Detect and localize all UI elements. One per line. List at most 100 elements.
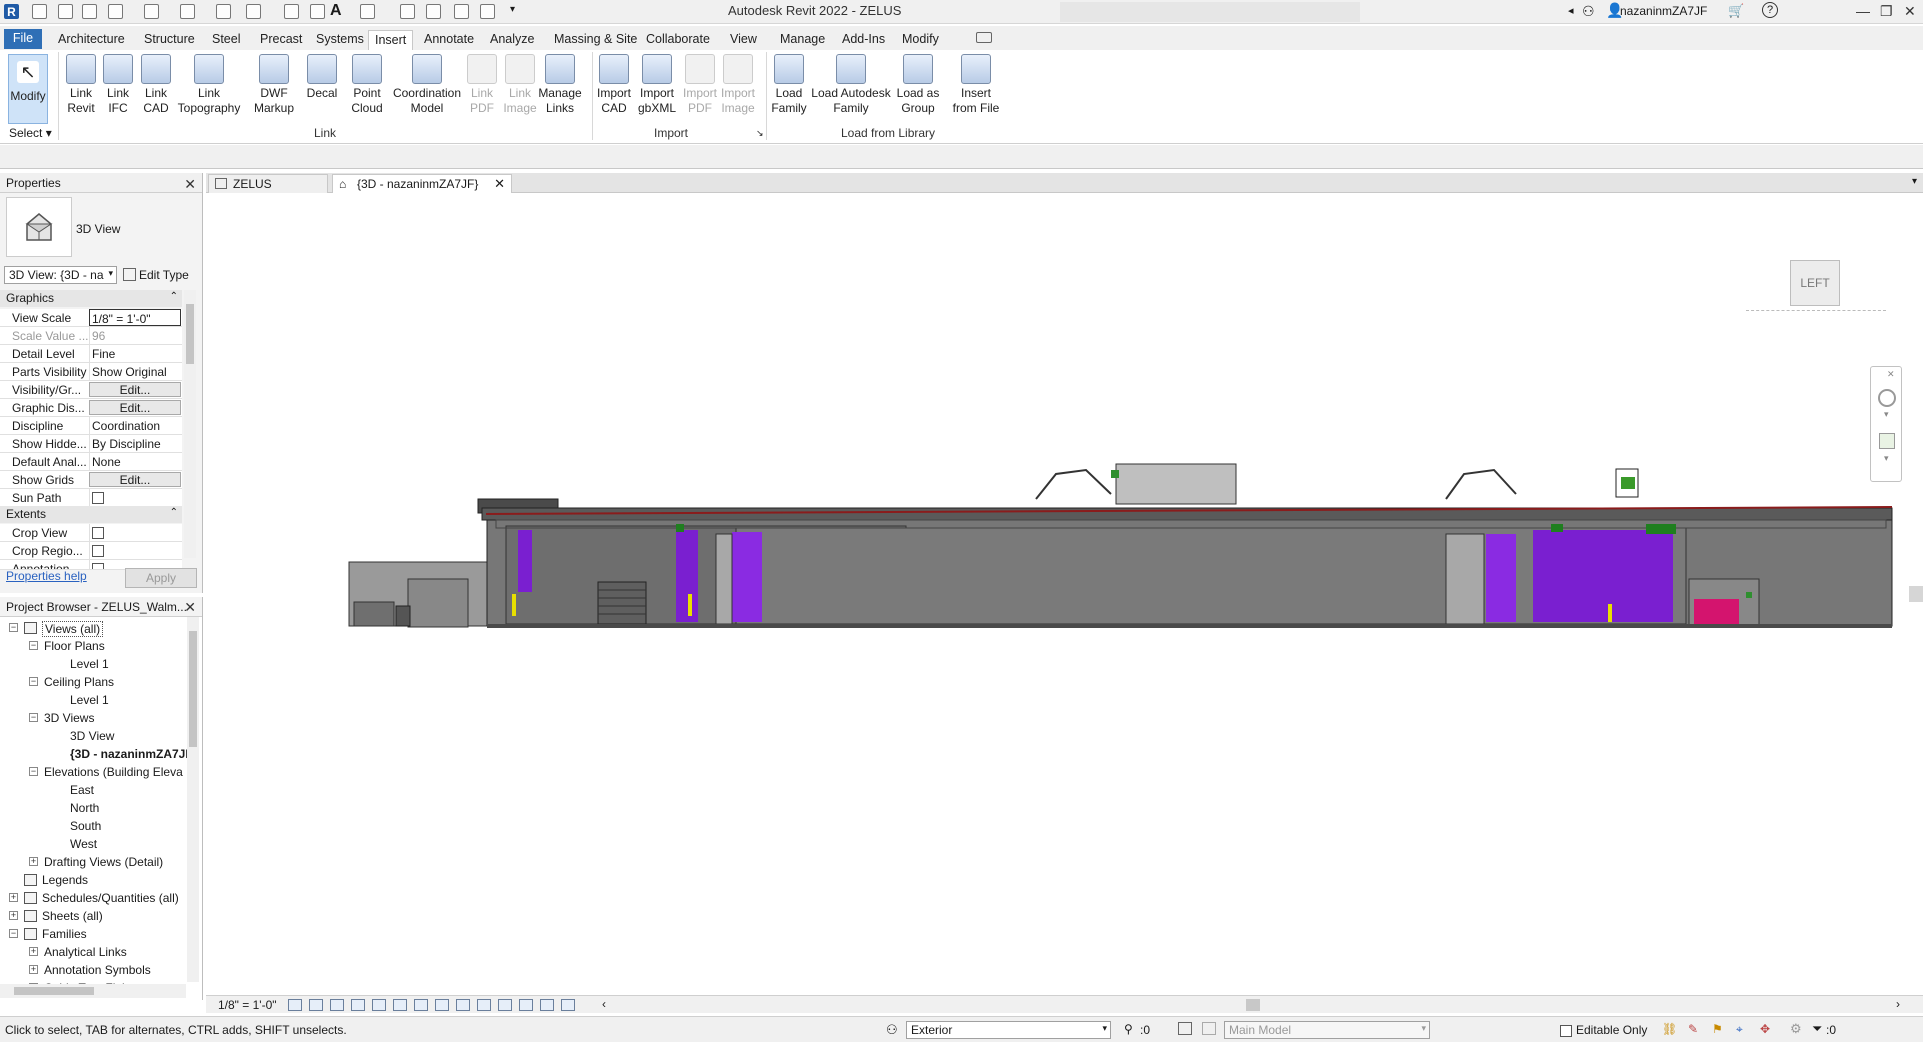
expand-toggle-icon[interactable]: +: [29, 857, 38, 866]
browser-node[interactable]: {3D - nazaninmZA7JF}: [70, 747, 197, 761]
shadows-icon[interactable]: [351, 999, 365, 1011]
browser-node[interactable]: West: [70, 837, 97, 851]
tab-analyze[interactable]: Analyze: [484, 30, 540, 50]
canvas-vscroll-thumb[interactable]: [1909, 586, 1923, 602]
scroll-thumb[interactable]: [189, 631, 197, 747]
close-tab-icon[interactable]: ✕: [494, 176, 505, 192]
highlight-displacement-icon[interactable]: [519, 999, 533, 1011]
binoculars-icon[interactable]: ⚇: [1582, 3, 1595, 20]
insert-from-file-button[interactable]: Insert from File: [948, 54, 1004, 116]
property-row[interactable]: Crop Regio...: [0, 542, 182, 560]
property-value[interactable]: 96: [89, 327, 181, 344]
tab-modify[interactable]: Modify: [896, 30, 945, 50]
property-value[interactable]: 1/8" = 1'-0": [89, 309, 181, 326]
point-cloud-button[interactable]: Point Cloud: [346, 54, 388, 116]
expand-toggle-icon[interactable]: +: [9, 893, 18, 902]
link-revit-button[interactable]: Link Revit: [63, 54, 99, 116]
select-pinned-icon[interactable]: ⚑: [1712, 1022, 1723, 1036]
coordination-model-button[interactable]: Coordination Model: [390, 54, 464, 116]
edit-button[interactable]: Edit...: [89, 472, 181, 487]
tab-view[interactable]: View: [724, 30, 763, 50]
property-value[interactable]: By Discipline: [89, 435, 181, 452]
browser-node[interactable]: Annotation Symbols: [44, 963, 151, 977]
close-icon[interactable]: ✕: [184, 176, 196, 193]
select-by-face-icon[interactable]: ⌖: [1736, 1022, 1743, 1037]
browser-node[interactable]: Drafting Views (Detail): [44, 855, 163, 869]
editable-only-checkbox[interactable]: [1560, 1024, 1572, 1040]
temporary-hide-icon[interactable]: [456, 999, 470, 1011]
property-checkbox[interactable]: [89, 542, 181, 559]
browser-node[interactable]: Elevations (Building Eleva: [44, 765, 183, 779]
browser-node[interactable]: 3D Views: [44, 711, 94, 725]
property-value[interactable]: Fine: [89, 345, 181, 362]
tab-file[interactable]: File: [4, 29, 42, 49]
right-arrow-icon[interactable]: ›: [1896, 997, 1900, 1011]
select-links-icon[interactable]: ⛓: [1662, 1022, 1677, 1036]
load-autodesk-family-button[interactable]: Load Autodesk Family: [810, 54, 892, 116]
tab-manage[interactable]: Manage: [774, 30, 831, 50]
import-pdf-button[interactable]: Import PDF: [680, 54, 720, 116]
detail-level-icon[interactable]: [288, 999, 302, 1011]
view-scale[interactable]: 1/8" = 1'-0": [218, 998, 277, 1012]
drag-on-selection-icon[interactable]: ✥: [1760, 1022, 1770, 1036]
collapse-toggle-icon[interactable]: −: [29, 713, 38, 722]
tag-icon[interactable]: [310, 4, 325, 19]
reveal-constraints-icon[interactable]: [540, 999, 554, 1011]
exclude-options-icon[interactable]: [1202, 1022, 1216, 1035]
zoom-region-icon[interactable]: [1879, 433, 1895, 449]
link-topography-button[interactable]: Link Topography: [174, 54, 244, 116]
dwf-markup-button[interactable]: DWF Markup: [246, 54, 302, 116]
save-icon[interactable]: [82, 4, 97, 19]
cart-icon[interactable]: 🛒: [1728, 3, 1744, 19]
left-arrow-icon[interactable]: ◂: [1568, 4, 1574, 17]
expand-toggle-icon[interactable]: +: [9, 911, 18, 920]
browser-node[interactable]: Legends: [42, 873, 88, 887]
property-row[interactable]: Scale Value ... 96: [0, 327, 182, 345]
search-area[interactable]: [1060, 2, 1360, 22]
import-gbxml-button[interactable]: Import gbXML: [636, 54, 678, 116]
browser-node[interactable]: Level 1: [70, 693, 109, 707]
collapse-toggle-icon[interactable]: −: [9, 929, 18, 938]
link-pdf-button[interactable]: Link PDF: [464, 54, 500, 116]
browser-scrollbar[interactable]: [187, 617, 199, 982]
show-crop-icon[interactable]: [414, 999, 428, 1011]
scroll-thumb[interactable]: [14, 987, 94, 995]
canvas-hscroll-thumb[interactable]: [1246, 999, 1260, 1011]
expand-toggle-icon[interactable]: +: [29, 947, 38, 956]
sun-path-icon[interactable]: [330, 999, 344, 1011]
browser-node[interactable]: East: [70, 783, 94, 797]
property-row[interactable]: Graphic Dis... Edit...: [0, 399, 182, 417]
viewcube[interactable]: LEFT: [1790, 260, 1840, 306]
tab-precast[interactable]: Precast: [254, 30, 308, 50]
import-image-button[interactable]: Import Image: [718, 54, 758, 116]
chevron-down-icon[interactable]: ▾: [1884, 453, 1889, 464]
tab-add-ins[interactable]: Add-Ins: [836, 30, 891, 50]
filter-icon[interactable]: ⏷: [1812, 1021, 1822, 1037]
reveal-hidden-icon[interactable]: [477, 999, 491, 1011]
property-value[interactable]: Show Original: [89, 363, 181, 380]
tab-systems[interactable]: Systems: [310, 30, 370, 50]
browser-node[interactable]: Schedules/Quantities (all): [42, 891, 179, 905]
sections-icon[interactable]: [400, 4, 415, 19]
select-underlay-icon[interactable]: ✎: [1688, 1022, 1698, 1036]
import-dialog-launcher-icon[interactable]: ↘: [756, 128, 764, 139]
modify-button[interactable]: ↖ Modify: [8, 54, 48, 124]
browser-node[interactable]: North: [70, 801, 99, 815]
worksets-icon[interactable]: ⚇: [886, 1022, 898, 1038]
editable-count-icon[interactable]: ⚲: [1124, 1022, 1133, 1036]
redo-icon[interactable]: [180, 4, 195, 19]
user-name[interactable]: nazaninmZA7JF: [1620, 4, 1707, 18]
crop-view-icon[interactable]: [393, 999, 407, 1011]
browser-node[interactable]: Families: [42, 927, 87, 941]
property-row[interactable]: Show Grids Edit...: [0, 471, 182, 489]
left-arrow-icon[interactable]: ‹: [602, 997, 606, 1011]
close-icon[interactable]: ✕: [1904, 3, 1916, 20]
undo-icon[interactable]: [144, 4, 159, 19]
collapse-toggle-icon[interactable]: −: [9, 623, 18, 632]
active-workset-dropdown[interactable]: Exterior ▾: [906, 1021, 1111, 1039]
edit-button[interactable]: Edit...: [89, 382, 181, 397]
property-row[interactable]: Parts Visibility Show Original: [0, 363, 182, 381]
select-dropdown[interactable]: Select ▾: [9, 126, 52, 140]
link-image-button[interactable]: Link Image: [502, 54, 538, 116]
tab-3d-view[interactable]: ⌂ {3D - nazaninmZA7JF} ✕: [332, 174, 512, 193]
